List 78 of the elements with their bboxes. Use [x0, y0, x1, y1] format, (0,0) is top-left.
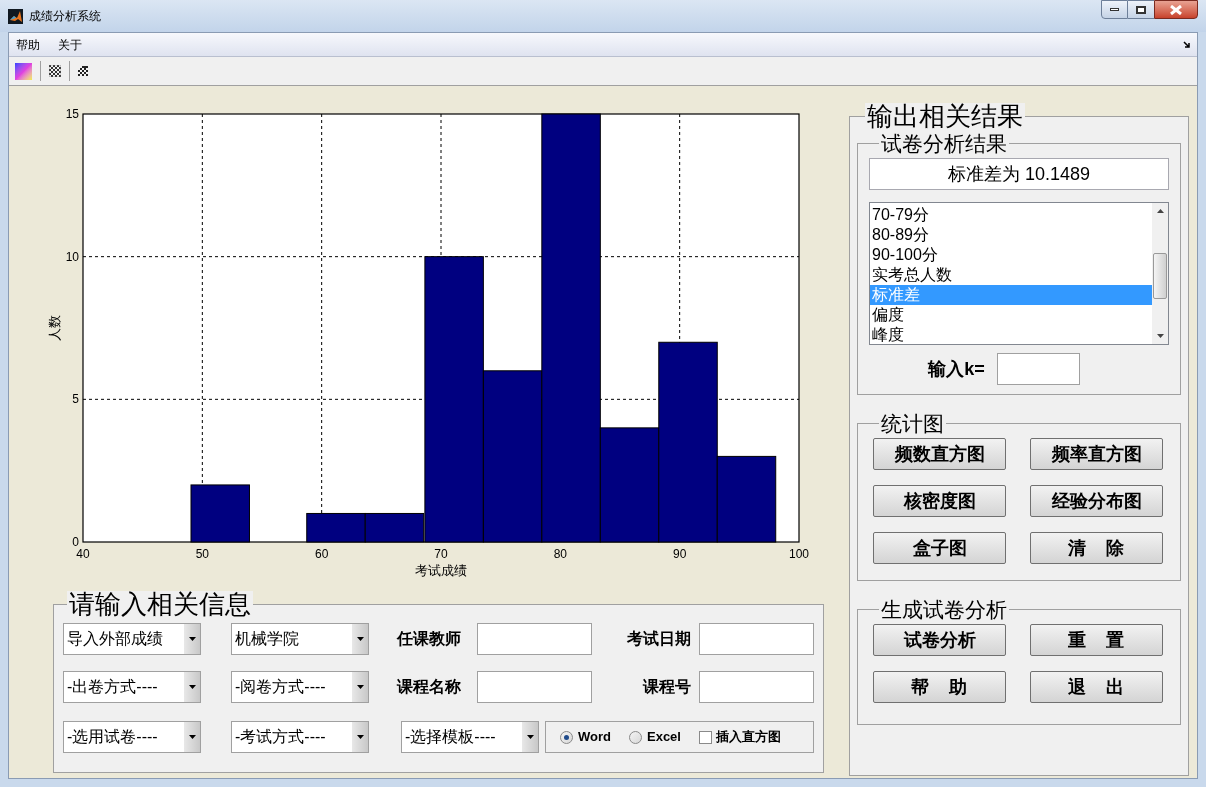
action-button[interactable]: 清 除 [1030, 532, 1163, 564]
list-item[interactable]: 70-79分 [870, 205, 1152, 225]
colormap-icon[interactable] [15, 62, 32, 80]
field-label: 课程名称 [397, 677, 462, 697]
dropdown[interactable]: 导入外部成绩 [63, 623, 201, 655]
action-button[interactable]: 重 置 [1030, 624, 1163, 656]
panel-title: 请输入相关信息 [67, 591, 253, 617]
list-item[interactable]: 90-100分 [870, 245, 1152, 265]
x-axis-label: 考试成绩 [415, 563, 467, 578]
dropdown-arrow-icon [188, 735, 196, 739]
app-logo-icon [8, 8, 23, 24]
y-tick-label: 15 [65, 107, 79, 121]
action-button[interactable]: 频数直方图 [873, 438, 1006, 470]
y-tick-label: 10 [65, 249, 79, 264]
list-item[interactable]: 峰度 [870, 325, 1152, 344]
x-tick-label: 90 [673, 547, 687, 561]
menu-item[interactable]: 关于 [57, 35, 83, 54]
x-tick-label: 70 [434, 547, 448, 561]
action-button[interactable]: 退 出 [1030, 671, 1163, 703]
dropdown[interactable]: 机械学院 [231, 623, 369, 655]
pixel-pattern-icon[interactable] [78, 65, 89, 77]
field-label: 考试日期 [626, 629, 691, 649]
action-button[interactable]: 试卷分析 [873, 624, 1006, 656]
panel-title: 输出相关结果 [865, 103, 1025, 129]
x-tick-label: 40 [76, 547, 90, 561]
dropdown[interactable]: -阅卷方式---- [231, 671, 369, 703]
x-tick-label: 50 [195, 547, 209, 561]
action-button[interactable]: 经验分布图 [1030, 485, 1163, 517]
checkbox[interactable]: 插入直方图 [698, 727, 781, 747]
scroll-down-icon [1156, 334, 1164, 338]
menu-item[interactable]: 帮助 [15, 35, 41, 54]
input-field[interactable] [477, 623, 592, 655]
y-tick-label: 5 [72, 392, 79, 407]
checker-pattern-icon[interactable] [49, 65, 61, 77]
x-tick-label: 80 [553, 547, 567, 561]
dropdown-arrow-icon [356, 735, 364, 739]
dropdown[interactable]: -出卷方式---- [63, 671, 201, 703]
panel-title: 试卷分析结果 [880, 133, 1008, 154]
scroll-up-icon [1156, 209, 1164, 213]
close-button[interactable] [1154, 0, 1198, 19]
window-title: 成绩分析系统 [29, 8, 101, 25]
dropdown-arrow-icon [188, 685, 196, 689]
list-item[interactable]: 偏度 [870, 305, 1152, 325]
dropdown-arrow-icon [356, 685, 364, 689]
action-button[interactable]: 帮 助 [873, 671, 1006, 703]
input-field[interactable] [477, 671, 592, 703]
list-item[interactable]: 80-89分 [870, 225, 1152, 245]
list-item[interactable]: 实考总人数 [870, 265, 1152, 285]
scroll-thumb[interactable] [1153, 253, 1167, 299]
action-button[interactable]: 频率直方图 [1030, 438, 1163, 470]
radio-button[interactable]: Word [560, 727, 611, 747]
scrollbar[interactable] [1152, 203, 1168, 344]
close-icon [1170, 4, 1182, 15]
action-button[interactable]: 盒子图 [873, 532, 1006, 564]
radio-button[interactable]: Excel [629, 727, 681, 747]
dropdown-arrow-icon [188, 637, 196, 641]
panel-title: 生成试卷分析 [880, 599, 1008, 620]
dropdown[interactable]: -考试方式---- [231, 721, 369, 753]
panel-title: 统计图 [880, 413, 945, 434]
input-field[interactable] [699, 623, 814, 655]
result-text: 标准差为 10.1489 [869, 158, 1169, 190]
dropdown-arrow-icon [526, 735, 534, 739]
dropdown[interactable]: -选用试卷---- [63, 721, 201, 753]
input-field[interactable] [996, 353, 1080, 385]
dock-arrow-icon [1183, 40, 1191, 49]
field-label: 课程号 [641, 677, 691, 697]
x-tick-label: 100 [789, 547, 809, 561]
x-tick-label: 60 [315, 547, 329, 561]
y-axis-label: 人数 [47, 315, 62, 341]
dropdown[interactable]: -选择模板---- [401, 721, 539, 753]
field-label: 任课教师 [397, 629, 462, 649]
minimize-button[interactable] [1101, 0, 1128, 19]
maximize-button[interactable] [1128, 0, 1154, 19]
dropdown-arrow-icon [356, 637, 364, 641]
field-label: 输入k= [928, 357, 985, 381]
input-field[interactable] [699, 671, 814, 703]
action-button[interactable]: 核密度图 [873, 485, 1006, 517]
y-tick-label: 0 [72, 535, 79, 549]
